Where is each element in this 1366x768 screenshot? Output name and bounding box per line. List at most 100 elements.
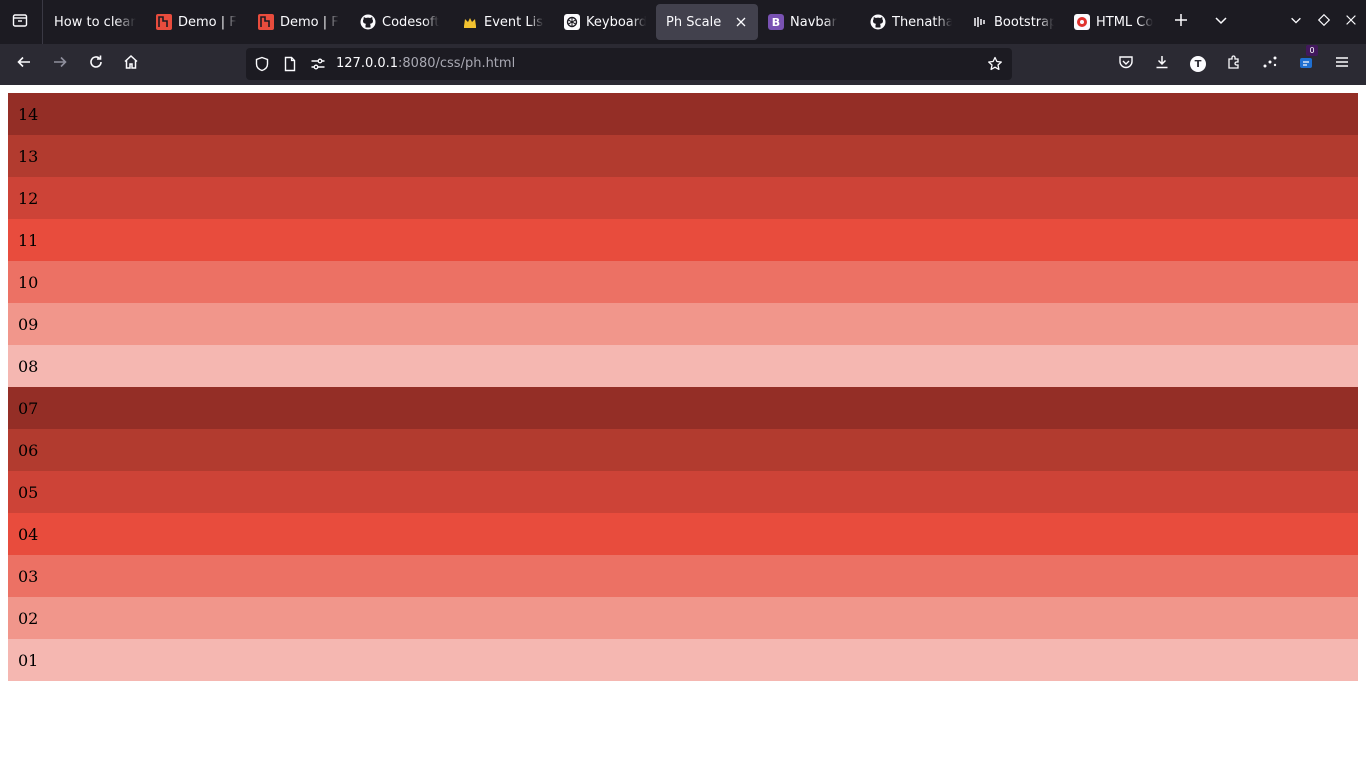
ph-value-label: 12 [18, 188, 39, 208]
extensions-button[interactable] [1219, 49, 1249, 79]
arrow-left-icon [16, 54, 32, 74]
tab-label: Navbar [790, 14, 837, 30]
red-square-logo-icon [258, 14, 274, 30]
ph-row-12: 12 [8, 177, 1358, 219]
back-button[interactable] [9, 49, 39, 79]
tab-label: Keyboard [586, 14, 646, 30]
tab-label: Bootstrap [994, 14, 1054, 30]
window-close-button[interactable] [1336, 7, 1366, 37]
puzzle-icon [1226, 54, 1242, 74]
openai-logo-icon [564, 14, 580, 30]
extension-cart-button[interactable]: 0 [1291, 45, 1321, 79]
tab-2[interactable]: Demo | F [248, 4, 350, 40]
extension-dots-button[interactable] [1255, 49, 1285, 79]
ph-row-02: 02 [8, 597, 1358, 639]
reload-button[interactable] [81, 49, 111, 79]
ph-row-07: 07 [8, 387, 1358, 429]
ph-row-06: 06 [8, 429, 1358, 471]
tab-label: HTML Co [1096, 14, 1154, 30]
tab-label: Demo | F [178, 14, 237, 30]
chevron-down-icon [1289, 13, 1303, 31]
tab-list: How to clean Demo | F Demo | F Codesoft Even… [44, 4, 1166, 40]
tab-4[interactable]: Event List [452, 4, 554, 40]
ph-row-11: 11 [8, 219, 1358, 261]
home-button[interactable] [116, 49, 146, 79]
permissions-icon[interactable] [308, 54, 328, 74]
ph-row-01: 01 [8, 639, 1358, 681]
reload-icon [88, 54, 104, 74]
crown-logo-icon [462, 14, 478, 30]
ph-value-label: 01 [18, 650, 39, 670]
ph-value-label: 03 [18, 566, 39, 586]
shield-icon[interactable] [252, 54, 272, 74]
bootstrap-logo-icon: B [768, 14, 784, 30]
download-icon [1154, 54, 1170, 74]
url-host: 127.0.0.1 [336, 56, 399, 71]
url-path: :8080/css/ph.html [398, 56, 516, 71]
downloads-button[interactable] [1147, 49, 1177, 79]
list-all-tabs-button[interactable] [1206, 7, 1236, 37]
github-logo-icon [360, 14, 376, 30]
close-icon [1344, 13, 1358, 31]
address-bar[interactable]: 127.0.0.1:8080/css/ph.html [246, 48, 1012, 80]
pocket-button[interactable] [1111, 49, 1141, 79]
navigation-toolbar: 127.0.0.1:8080/css/ph.html T 0 [0, 44, 1366, 85]
tab-6[interactable]: Ph Scale [656, 4, 758, 40]
new-tab-button[interactable] [1166, 7, 1196, 37]
account-avatar: T [1190, 56, 1206, 72]
red-square-logo-icon [156, 14, 172, 30]
ph-value-label: 05 [18, 482, 39, 502]
tab-8[interactable]: Thenatha [860, 4, 962, 40]
tab-label: Ph Scale [666, 14, 722, 30]
ph-value-label: 10 [18, 272, 39, 292]
ph-value-label: 14 [18, 104, 39, 124]
ph-value-label: 07 [18, 398, 39, 418]
ph-value-label: 13 [18, 146, 39, 166]
plus-icon [1173, 12, 1189, 32]
dots-icon [1262, 54, 1278, 74]
account-button[interactable]: T [1183, 49, 1213, 79]
account-initial: T [1194, 58, 1202, 70]
cart-icon: 0 [1298, 45, 1318, 74]
tab-3[interactable]: Codesoft [350, 4, 452, 40]
ph-value-label: 02 [18, 608, 39, 628]
ph-value-label: 09 [18, 314, 39, 334]
forward-button[interactable] [45, 49, 75, 79]
ph-row-05: 05 [8, 471, 1358, 513]
tab-7[interactable]: B Navbar [758, 4, 860, 40]
ph-row-03: 03 [8, 555, 1358, 597]
home-icon [123, 54, 139, 74]
ph-row-13: 13 [8, 135, 1358, 177]
chevron-down-icon [1213, 12, 1229, 32]
tab-1[interactable]: Demo | F [146, 4, 248, 40]
bookmark-star-icon[interactable] [985, 54, 1005, 74]
firefox-view-icon [12, 12, 28, 32]
tab-label: Demo | F [280, 14, 339, 30]
firefox-view-button[interactable] [5, 7, 35, 37]
app-menu-button[interactable] [1327, 49, 1357, 79]
ph-row-14: 14 [8, 93, 1358, 135]
close-tab-icon[interactable] [732, 13, 750, 31]
ph-value-label: 06 [18, 440, 39, 460]
ph-row-10: 10 [8, 261, 1358, 303]
ph-row-09: 09 [8, 303, 1358, 345]
url-text[interactable]: 127.0.0.1:8080/css/ph.html [336, 56, 515, 71]
html-color-logo-icon [1074, 14, 1090, 30]
ph-value-label: 04 [18, 524, 39, 544]
window-maximize-button[interactable] [1309, 7, 1339, 37]
tab-0[interactable]: How to clean [44, 4, 146, 40]
hamburger-menu-icon [1334, 54, 1350, 74]
tab-strip: How to clean Demo | F Demo | F Codesoft Even… [0, 0, 1366, 44]
page-icon[interactable] [280, 54, 300, 74]
tab-5[interactable]: Keyboard [554, 4, 656, 40]
ph-value-label: 11 [18, 230, 39, 250]
extension-badge: 0 [1306, 45, 1318, 56]
ph-row-04: 04 [8, 513, 1358, 555]
github-logo-icon [870, 14, 886, 30]
tab-10[interactable]: HTML Co [1064, 4, 1166, 40]
tab-label: How to clean [54, 14, 136, 30]
tab-label: Thenatha [892, 14, 952, 30]
tab-label: Event List [484, 14, 544, 30]
tab-9[interactable]: Bootstrap [962, 4, 1064, 40]
window-minimize-button[interactable] [1281, 7, 1311, 37]
